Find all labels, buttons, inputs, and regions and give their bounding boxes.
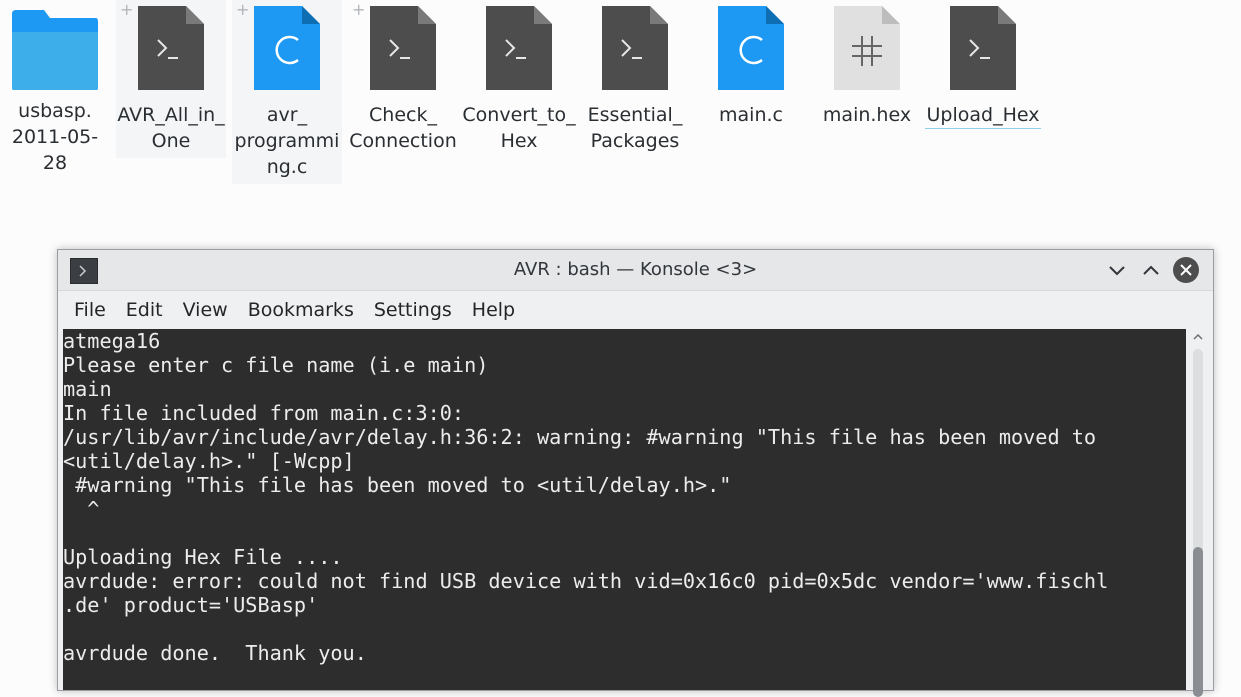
terminal-line: Please enter c file name (i.e main) — [63, 353, 489, 377]
file-avr-programming-c[interactable]: + avr_ programmi ng.c — [232, 0, 342, 184]
terminal-line: Uploading Hex File .... — [63, 545, 343, 569]
file-check-connection[interactable]: + Check_ Connection — [348, 0, 458, 158]
chevron-up-icon — [1143, 265, 1159, 275]
konsole-window: AVR : bash — Konsole <3> File Edit View … — [57, 249, 1214, 697]
file-usbasp-folder[interactable]: usbasp. 2011-05-28 — [0, 0, 110, 180]
terminal-line: <util/delay.h>." [-Wcpp] — [63, 449, 355, 473]
select-plus-icon[interactable]: + — [120, 2, 133, 18]
terminal-line: In file included from main.c:3:0: — [63, 401, 465, 425]
menu-edit[interactable]: Edit — [116, 291, 173, 329]
close-button[interactable] — [1173, 257, 1199, 283]
file-label: main.c — [719, 104, 783, 126]
c-source-icon — [716, 4, 786, 96]
terminal-line: #warning "This file has been moved to <u… — [63, 473, 732, 497]
terminal-script-icon — [948, 4, 1018, 96]
terminal-script-icon — [136, 4, 206, 96]
window-titlebar[interactable]: AVR : bash — Konsole <3> — [58, 250, 1213, 291]
terminal-line: main — [63, 377, 112, 401]
file-label: Essential_ Packages — [587, 104, 683, 152]
menu-view[interactable]: View — [173, 291, 238, 329]
file-label: Check_ Connection — [349, 104, 457, 152]
terminal-line: ^ — [63, 497, 100, 521]
scroll-thumb[interactable] — [1193, 547, 1203, 697]
file-label: AVR_All_in_ One — [117, 104, 225, 152]
menu-settings[interactable]: Settings — [364, 291, 462, 329]
file-label: avr_ programmi ng.c — [234, 104, 340, 178]
window-title: AVR : bash — Konsole <3> — [513, 259, 758, 280]
terminal-line: /usr/lib/avr/include/avr/delay.h:36:2: w… — [63, 425, 1097, 449]
terminal-output[interactable]: atmega16 Please enter c file name (i.e m… — [63, 329, 1186, 690]
menu-help[interactable]: Help — [462, 291, 525, 329]
scroll-up-arrow-icon[interactable] — [1192, 331, 1204, 343]
terminal-script-icon — [484, 4, 554, 96]
terminal-line: avrdude done. Thank you. — [63, 641, 367, 665]
file-label: main.hex — [822, 104, 912, 126]
file-label: Upload_Hex — [924, 102, 1042, 129]
minimize-button[interactable] — [1105, 258, 1129, 282]
file-convert-to-hex[interactable]: Convert_to_ Hex — [462, 0, 576, 158]
close-icon — [1180, 264, 1192, 276]
terminal-script-icon — [368, 4, 438, 96]
file-main-hex[interactable]: main.hex — [812, 0, 922, 132]
file-upload-hex[interactable]: Upload_Hex — [924, 0, 1042, 129]
terminal-line: .de' product='USBasp' — [63, 593, 319, 617]
menu-bookmarks[interactable]: Bookmarks — [238, 291, 364, 329]
file-avr-all-in-one[interactable]: + AVR_All_in_ One — [116, 0, 226, 158]
terminal-script-icon — [600, 4, 670, 96]
file-essential-packages[interactable]: Essential_ Packages — [580, 0, 690, 158]
hex-file-icon — [832, 4, 902, 96]
terminal-line: avrdude: error: could not find USB devic… — [63, 569, 1109, 593]
file-label: usbasp. 2011-05-28 — [11, 100, 99, 174]
chevron-down-icon — [1109, 266, 1125, 276]
maximize-button[interactable] — [1139, 258, 1163, 282]
menu-file[interactable]: File — [64, 291, 116, 329]
select-plus-icon[interactable]: + — [352, 2, 365, 18]
menubar: File Edit View Bookmarks Settings Help — [58, 291, 1213, 329]
folder-icon — [10, 8, 100, 92]
file-main-c[interactable]: main.c — [696, 0, 806, 132]
c-source-icon — [252, 4, 322, 96]
select-plus-icon[interactable]: + — [236, 2, 249, 18]
terminal-line: atmega16 — [63, 329, 161, 353]
file-label: Convert_to_ Hex — [462, 104, 576, 152]
terminal-scrollbar[interactable] — [1190, 329, 1206, 697]
